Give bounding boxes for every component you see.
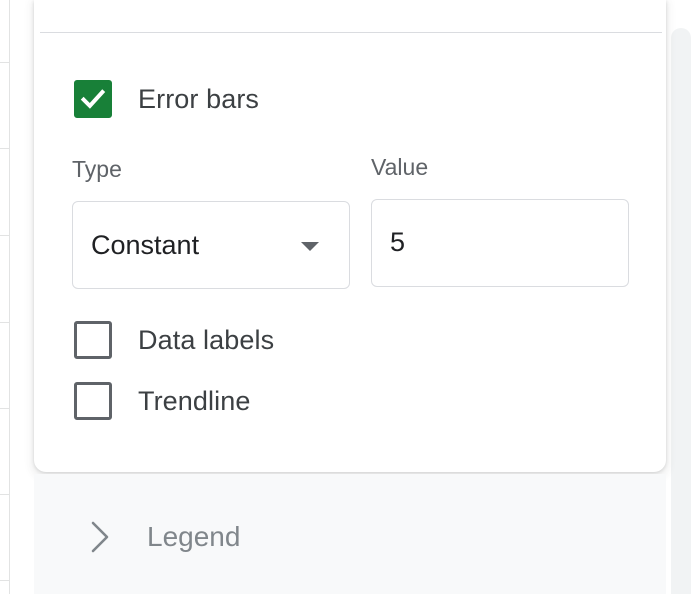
check-icon <box>80 89 106 109</box>
grid-row-line <box>0 494 9 495</box>
data-labels-option[interactable]: Data labels <box>74 321 274 359</box>
error-bars-checkbox[interactable] <box>74 80 112 118</box>
error-bars-option[interactable]: Error bars <box>74 80 259 118</box>
trendline-label: Trendline <box>138 385 251 416</box>
error-type-select[interactable]: Constant <box>72 201 350 289</box>
data-labels-checkbox[interactable] <box>74 321 112 359</box>
value-label: Value <box>371 154 429 180</box>
data-labels-label: Data labels <box>138 324 275 355</box>
chevron-right-icon <box>91 521 109 553</box>
trendline-option[interactable]: Trendline <box>74 382 250 420</box>
legend-section-label: Legend <box>147 521 241 552</box>
grid-row-line <box>0 148 9 149</box>
series-options-card: Error bars Type Value Constant Data labe… <box>34 0 666 472</box>
trendline-checkbox[interactable] <box>74 382 112 420</box>
type-label: Type <box>72 156 122 182</box>
arrow-drop-down-icon <box>301 242 319 251</box>
error-type-selected-value: Constant <box>91 229 200 260</box>
grid-row-line <box>0 62 9 63</box>
section-divider <box>40 32 662 33</box>
error-bars-label: Error bars <box>138 83 260 114</box>
sheet-grid-edge <box>0 0 12 594</box>
grid-row-line <box>0 408 9 409</box>
error-value-input[interactable] <box>371 199 629 287</box>
grid-row-line <box>0 322 9 323</box>
chart-editor-panel: Error bars Type Value Constant Data labe… <box>0 0 696 594</box>
grid-vertical-line <box>9 0 10 594</box>
grid-row-line <box>0 580 9 581</box>
legend-section-header[interactable]: Legend <box>34 474 666 594</box>
grid-row-line <box>0 235 9 236</box>
panel-scrollbar[interactable] <box>671 28 691 594</box>
